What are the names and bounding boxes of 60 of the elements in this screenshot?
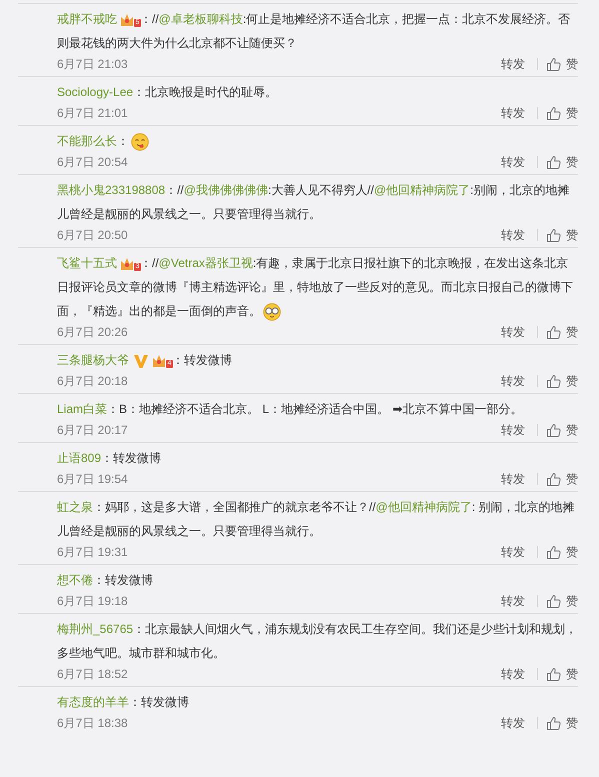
like-button[interactable]: 赞 bbox=[546, 592, 578, 610]
comment-text: 梅荆州_56765：北京最缺人间烟火气，浦东规划没有农民工生存空间。我们还是少些计划和规划，多些地气吧。城市群和城市化。 bbox=[57, 621, 578, 662]
repost-link[interactable]: 转发 bbox=[501, 422, 525, 438]
comment-time: 6月7日 19:18 bbox=[57, 592, 129, 610]
comment-text: 止语809：转发微博 bbox=[57, 450, 162, 467]
like-button[interactable]: 赞 bbox=[546, 226, 578, 244]
comment-text: 虹之泉：妈耶，这是多大谱，全国都推广的就京老爷不让？//@他回精神病院了: 别闹，北京的地摊儿曾经是靓丽的风景线之一。只要管理得当就行。 bbox=[57, 499, 576, 540]
emoji-icon bbox=[131, 132, 149, 151]
thumbs-up-icon bbox=[546, 228, 562, 242]
like-button[interactable]: 赞 bbox=[546, 56, 578, 72]
like-button[interactable]: 赞 bbox=[546, 714, 578, 732]
comment-time: 6月7日 20:26 bbox=[57, 324, 129, 340]
emoji-icon bbox=[263, 302, 281, 321]
comment-time: 6月7日 20:18 bbox=[57, 372, 129, 390]
comment-text: 不能那么长： bbox=[57, 129, 578, 153]
repost-link[interactable]: 转发 bbox=[501, 226, 525, 244]
thumbs-up-icon bbox=[546, 324, 562, 340]
like-button[interactable]: 赞 bbox=[546, 544, 578, 560]
repost-link[interactable]: 转发 bbox=[501, 56, 525, 72]
comment-text: 黑桃小鬼233198808：//@我佛佛佛佛佛:大善人见不得穷人//@他回精神病院了:别闹，北京的地摊儿曾经是靓丽的风景线之一。只要管理得当就行。 bbox=[57, 182, 570, 223]
comment-time: 6月7日 19:54 bbox=[57, 470, 129, 488]
comment-text: Liam白菜：B：地摊经济不适合北京。 L：地摊经济适合中国。 ➡北京不算中国一部分。 bbox=[57, 401, 524, 418]
thumbs-up-icon bbox=[546, 374, 562, 388]
like-button[interactable]: 赞 bbox=[546, 324, 578, 340]
like-button[interactable]: 赞 bbox=[546, 666, 578, 682]
thumbs-up-icon bbox=[546, 106, 562, 120]
comment-time: 6月7日 20:54 bbox=[57, 154, 129, 170]
like-button[interactable]: 赞 bbox=[546, 372, 578, 390]
thumbs-up-icon bbox=[546, 594, 562, 608]
thumbs-up-icon bbox=[546, 422, 562, 438]
repost-link[interactable]: 转发 bbox=[501, 372, 525, 390]
comment-text: 想不倦：转发微博 bbox=[57, 572, 154, 589]
comment-time: 6月7日 21:03 bbox=[57, 56, 129, 72]
comment-time: 6月7日 20:17 bbox=[57, 422, 129, 438]
thumbs-up-icon bbox=[546, 56, 562, 72]
repost-link[interactable]: 转发 bbox=[501, 714, 525, 732]
repost-link[interactable]: 转发 bbox=[501, 104, 525, 122]
thumbs-up-icon bbox=[546, 472, 562, 486]
like-button[interactable]: 赞 bbox=[546, 154, 578, 170]
repost-link[interactable]: 转发 bbox=[501, 154, 525, 170]
comment-text: Sociology-Lee：北京晚报是时代的耻辱。 bbox=[57, 84, 278, 101]
repost-link[interactable]: 转发 bbox=[501, 324, 525, 340]
comment-time: 6月7日 19:31 bbox=[57, 544, 129, 560]
repost-link[interactable]: 转发 bbox=[501, 470, 525, 488]
repost-link[interactable]: 转发 bbox=[501, 666, 525, 682]
like-button[interactable]: 赞 bbox=[546, 470, 578, 488]
comment-time: 6月7日 20:50 bbox=[57, 226, 129, 244]
repost-link[interactable]: 转发 bbox=[501, 544, 525, 560]
thumbs-up-icon bbox=[546, 154, 562, 170]
thumbs-up-icon bbox=[546, 544, 562, 560]
thumbs-up-icon bbox=[546, 716, 562, 730]
repost-link[interactable]: 转发 bbox=[501, 592, 525, 610]
comment-time: 6月7日 18:38 bbox=[57, 714, 129, 732]
comment-text: 有态度的羊羊：转发微博 bbox=[57, 694, 190, 711]
like-button[interactable]: 赞 bbox=[546, 422, 578, 438]
like-button[interactable]: 赞 bbox=[546, 104, 578, 122]
comment-time: 6月7日 18:52 bbox=[57, 666, 129, 682]
thumbs-up-icon bbox=[546, 666, 562, 682]
verified-icon bbox=[133, 352, 149, 369]
comment-time: 6月7日 21:01 bbox=[57, 104, 129, 122]
